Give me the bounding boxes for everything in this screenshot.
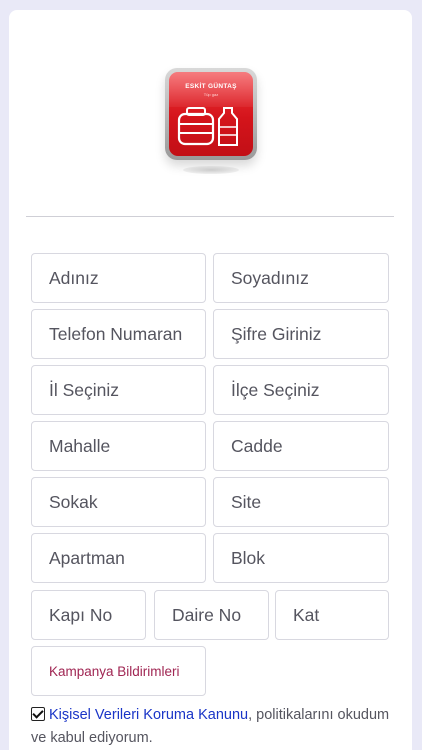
apartment-field[interactable]: Apartman bbox=[31, 533, 206, 583]
campaign-notifications-select[interactable]: Kampanya Bildirimleri bbox=[31, 646, 206, 696]
alley-placeholder: Sokak bbox=[49, 491, 98, 512]
kvkk-checkbox[interactable] bbox=[31, 707, 45, 721]
first-name-field[interactable]: Adınız bbox=[31, 253, 206, 303]
phone-field[interactable]: Telefon Numaran bbox=[31, 309, 206, 359]
province-select[interactable]: İl Seçiniz bbox=[31, 365, 206, 415]
flat-no-placeholder: Daire No bbox=[172, 604, 242, 625]
brand-logo: ESKİT GÜNTAŞ Tüp gaz bbox=[165, 68, 257, 160]
door-no-placeholder: Kapı No bbox=[49, 604, 113, 625]
logo-title: ESKİT GÜNTAŞ bbox=[185, 83, 237, 90]
header-divider bbox=[26, 216, 394, 217]
password-field[interactable]: Şifre Giriniz bbox=[213, 309, 389, 359]
neighborhood-placeholder: Mahalle bbox=[49, 435, 111, 456]
block-placeholder: Blok bbox=[231, 547, 266, 568]
password-placeholder: Şifre Giriniz bbox=[231, 323, 322, 344]
phone-placeholder: Telefon Numaran bbox=[49, 323, 183, 344]
gas-cylinder-water-bottle-icon bbox=[177, 107, 238, 146]
kvkk-link[interactable]: Kişisel Verileri Koruma Kanunu bbox=[49, 707, 248, 723]
logo-subtitle: Tüp gaz bbox=[203, 92, 219, 97]
alley-field[interactable]: Sokak bbox=[31, 477, 206, 527]
kvkk-consent: Kişisel Verileri Koruma Kanunu, politika… bbox=[31, 704, 391, 750]
district-placeholder: İlçe Seçiniz bbox=[231, 379, 320, 400]
district-select[interactable]: İlçe Seçiniz bbox=[213, 365, 389, 415]
first-name-placeholder: Adınız bbox=[49, 267, 99, 288]
floor-field[interactable]: Kat bbox=[275, 590, 389, 640]
site-field[interactable]: Site bbox=[213, 477, 389, 527]
campaign-notifications-label: Kampanya Bildirimleri bbox=[49, 663, 180, 679]
door-no-field[interactable]: Kapı No bbox=[31, 590, 146, 640]
flat-no-field[interactable]: Daire No bbox=[154, 590, 269, 640]
apartment-placeholder: Apartman bbox=[49, 547, 125, 568]
street-placeholder: Cadde bbox=[231, 435, 283, 456]
logo-shadow bbox=[183, 166, 239, 174]
province-placeholder: İl Seçiniz bbox=[49, 379, 120, 400]
neighborhood-field[interactable]: Mahalle bbox=[31, 421, 206, 471]
last-name-placeholder: Soyadınız bbox=[231, 267, 309, 288]
last-name-field[interactable]: Soyadınız bbox=[213, 253, 389, 303]
logo-badge: ESKİT GÜNTAŞ Tüp gaz bbox=[169, 72, 253, 156]
floor-placeholder: Kat bbox=[293, 604, 320, 625]
block-field[interactable]: Blok bbox=[213, 533, 389, 583]
site-placeholder: Site bbox=[231, 491, 262, 512]
street-field[interactable]: Cadde bbox=[213, 421, 389, 471]
